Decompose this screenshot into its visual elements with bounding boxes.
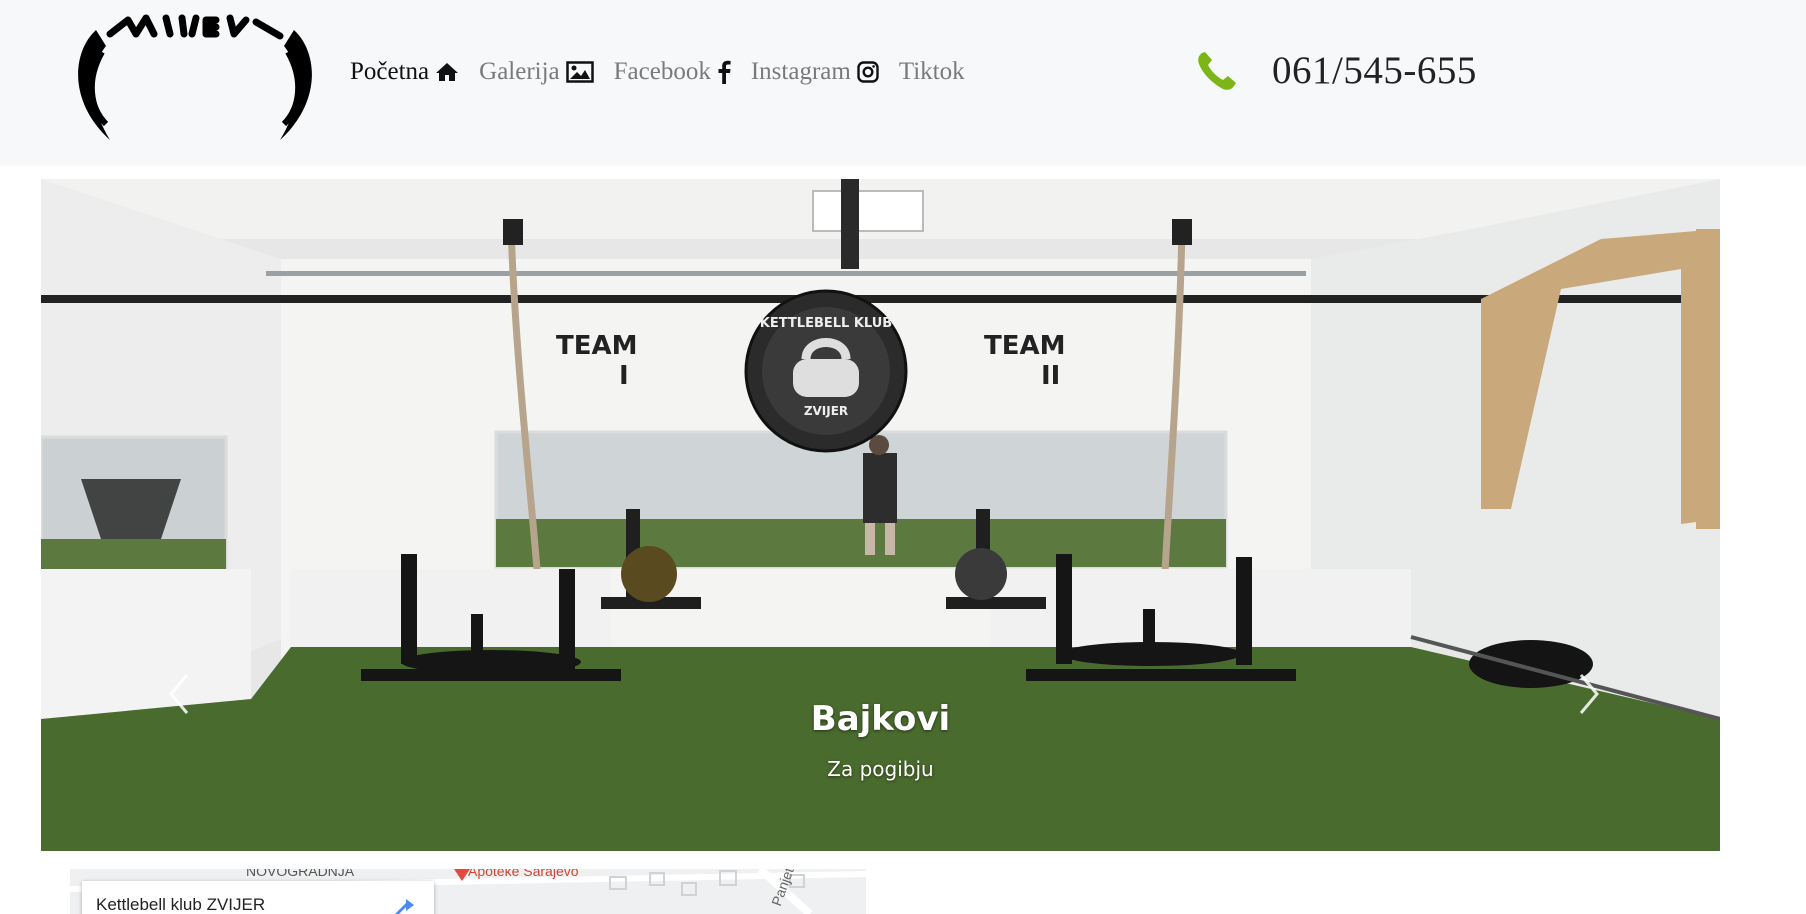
location-map[interactable]: NOVOGRADNJA Apoteke Sarajevo Panjeta Ket… <box>70 869 866 914</box>
main-nav: Početna Galerija Facebook Instagram Tikt… <box>350 58 985 86</box>
nav-facebook[interactable]: Facebook <box>614 58 731 86</box>
phone-icon <box>1198 51 1236 90</box>
nav-galerija-label: Galerija <box>479 58 560 85</box>
team-2-sign: TEAM <box>984 331 1066 361</box>
home-icon <box>436 63 459 81</box>
map-label-apoteke: Apoteke Sarajevo <box>468 869 579 879</box>
instagram-icon <box>857 61 879 83</box>
map-label-novogradnja: NOVOGRADNJA <box>246 869 355 879</box>
emblem-sub: ZVIJER <box>804 404 848 418</box>
nav-instagram-label: Instagram <box>750 58 851 85</box>
gym-photo: TEAM I TEAM II KETTLEBELL KLUB ZVIJER <box>41 179 1720 851</box>
nav-tiktok-label: Tiktok <box>898 58 965 85</box>
phone-number: 061/545-655 <box>1272 49 1477 92</box>
slide-title: Bajkovi <box>810 699 951 739</box>
zvijer-logo[interactable] <box>66 12 324 142</box>
emblem-title: KETTLEBELL KLUB <box>760 316 892 331</box>
nav-galerija[interactable]: Galerija <box>479 58 594 86</box>
nav-pocetna[interactable]: Početna <box>350 58 459 86</box>
hero-carousel: TEAM I TEAM II KETTLEBELL KLUB ZVIJER Ba… <box>41 179 1720 851</box>
map-place-card[interactable]: Kettlebell klub ZVIJER <box>82 881 434 914</box>
image-icon <box>565 61 594 83</box>
nav-pocetna-label: Početna <box>350 58 430 85</box>
directions-icon[interactable] <box>392 897 416 914</box>
team-2-numeral: II <box>1041 361 1060 391</box>
map-place-title: Kettlebell klub ZVIJER <box>96 895 266 914</box>
phone-contact[interactable]: 061/545-655 <box>1196 48 1477 93</box>
site-header: Početna Galerija Facebook Instagram Tikt… <box>0 0 1806 166</box>
slide-subtitle: Za pogibju <box>827 757 934 781</box>
nav-tiktok[interactable]: Tiktok <box>899 58 965 86</box>
team-1-sign: TEAM <box>556 331 638 361</box>
nav-facebook-label: Facebook <box>613 58 711 85</box>
nav-instagram[interactable]: Instagram <box>751 58 879 86</box>
facebook-icon <box>718 60 731 84</box>
team-1-numeral: I <box>619 361 629 391</box>
